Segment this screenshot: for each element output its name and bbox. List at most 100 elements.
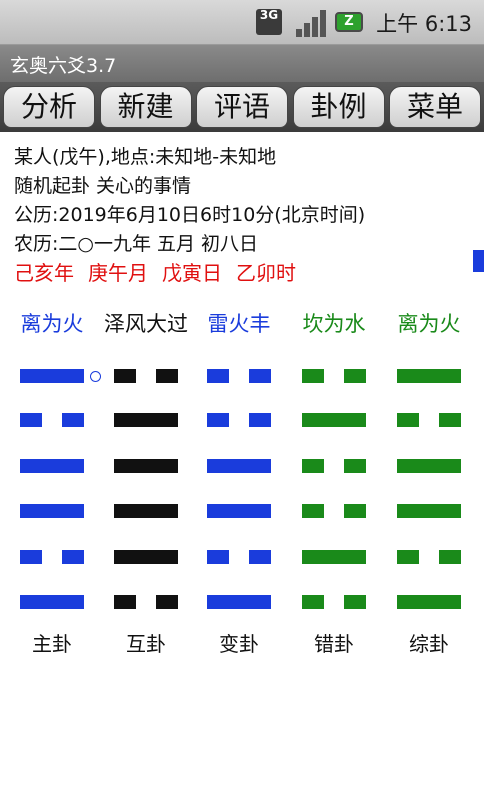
hexagram-line-yang xyxy=(302,413,366,427)
yin-bar-segment xyxy=(344,369,366,383)
moving-line-icon xyxy=(90,371,101,382)
hexagram-name-mutual: 泽风大过 xyxy=(104,312,188,336)
yin-bar-segment xyxy=(207,413,229,427)
hexagram-name-main: 离为火 xyxy=(20,312,84,336)
ganzhi-day: 戊寅日 xyxy=(162,261,222,285)
yang-bar xyxy=(302,550,366,564)
hexagram-name-changed: 雷火丰 xyxy=(207,312,271,336)
hexagram-line-yin xyxy=(397,413,461,427)
yin-bar-segment xyxy=(302,459,324,473)
tab-new[interactable]: 新建 xyxy=(99,86,192,128)
hexagram-line-yin xyxy=(302,459,366,473)
hexagram-line-yang xyxy=(207,595,271,609)
tab-analysis[interactable]: 分析 xyxy=(3,86,95,128)
hexagram-line-yin xyxy=(114,595,178,609)
yin-bar-segment xyxy=(249,550,271,564)
hexagram-line-yin xyxy=(207,369,271,383)
yin-bar-segment xyxy=(344,595,366,609)
hexagram-line-yang xyxy=(397,459,461,473)
yin-bar-segment xyxy=(344,504,366,518)
hexagram-line-yang xyxy=(114,550,178,564)
yang-bar xyxy=(207,504,271,518)
yin-bar-segment xyxy=(302,504,324,518)
yin-bar-segment xyxy=(20,413,42,427)
yang-bar xyxy=(20,459,84,473)
hexagram-line-yang xyxy=(20,369,101,383)
hexagram-line-yang xyxy=(302,550,366,564)
yin-bar-segment xyxy=(20,550,42,564)
status-time: 上午 6:13 xyxy=(376,12,472,36)
hexagram-label-reversed: 综卦 xyxy=(409,632,449,656)
reading-info: 某人(戊午),地点:未知地-未知地 随机起卦 关心的事情 公历:2019年6月1… xyxy=(14,143,365,289)
hexagram-line-yin xyxy=(207,413,271,427)
yang-bar xyxy=(20,595,84,609)
tab-comments[interactable]: 评语 xyxy=(196,86,288,128)
yang-bar xyxy=(114,413,178,427)
yin-bar-segment xyxy=(344,459,366,473)
hexagram-line-yin xyxy=(114,369,178,383)
lunar-date: 农历:二○一九年 五月 初八日 xyxy=(14,233,259,255)
yang-bar xyxy=(114,550,178,564)
hexagram-line-yang xyxy=(207,459,271,473)
method-line: 随机起卦 关心的事情 xyxy=(14,175,192,197)
hexagram-line-yang xyxy=(397,595,461,609)
yin-bar-segment xyxy=(156,595,178,609)
yang-bar xyxy=(207,595,271,609)
hexagram-line-yang xyxy=(20,459,84,473)
yang-bar xyxy=(20,504,84,518)
ganzhi-year: 己亥年 xyxy=(14,261,74,285)
yin-bar-segment xyxy=(62,550,84,564)
yang-bar xyxy=(114,504,178,518)
querent-line: 某人(戊午),地点:未知地-未知地 xyxy=(14,146,277,168)
yin-bar-segment xyxy=(397,413,419,427)
hexagram-line-yang xyxy=(20,595,84,609)
yin-bar-segment xyxy=(156,369,178,383)
gregorian-date: 公历:2019年6月10日6时10分(北京时间) xyxy=(14,204,366,226)
tab-menu[interactable]: 菜单 xyxy=(389,86,481,128)
network-3g-icon: 3G xyxy=(256,9,282,35)
battery-icon: Z xyxy=(335,12,363,32)
hexagram-line-yang xyxy=(114,413,178,427)
yang-bar xyxy=(397,504,461,518)
hexagram-label-mutual: 互卦 xyxy=(126,632,166,656)
hexagram-line-yang xyxy=(114,459,178,473)
yin-bar-segment xyxy=(302,595,324,609)
scroll-indicator xyxy=(473,250,484,272)
hexagram-line-yang xyxy=(397,369,461,383)
yin-bar-segment xyxy=(439,413,461,427)
hexagram-name-reversed: 离为火 xyxy=(397,312,461,336)
hexagram-line-yang xyxy=(207,504,271,518)
hexagram-line-yin xyxy=(20,413,84,427)
hexagram-line-yin xyxy=(302,595,366,609)
hexagram-name-opposite: 坎为水 xyxy=(302,312,366,336)
hexagram-label-main: 主卦 xyxy=(32,632,72,656)
yin-bar-segment xyxy=(207,369,229,383)
tab-bar: 分析 新建 评语 卦例 菜单 xyxy=(0,82,484,132)
yang-bar xyxy=(397,369,461,383)
hexagram-line-yang xyxy=(114,504,178,518)
ganzhi-month: 庚午月 xyxy=(88,261,148,285)
ganzhi-row: 己亥年 庚午月 戊寅日 乙卯时 xyxy=(14,259,365,289)
hexagram-line-yin xyxy=(207,550,271,564)
hexagram-line-yin xyxy=(302,369,366,383)
hexagram-label-changed: 变卦 xyxy=(219,632,259,656)
app-title: 玄奥六爻3.7 xyxy=(10,55,117,77)
yang-bar xyxy=(397,595,461,609)
hexagram-line-yin xyxy=(302,504,366,518)
yin-bar-segment xyxy=(114,595,136,609)
hexagram-line-yin xyxy=(397,550,461,564)
yang-bar xyxy=(20,369,84,383)
yin-bar-segment xyxy=(397,550,419,564)
yang-bar xyxy=(397,459,461,473)
yang-bar xyxy=(302,413,366,427)
hexagram-label-opposite: 错卦 xyxy=(314,632,354,656)
yin-bar-segment xyxy=(62,413,84,427)
tab-examples[interactable]: 卦例 xyxy=(292,86,385,128)
ganzhi-hour: 乙卯时 xyxy=(236,261,296,285)
yang-bar xyxy=(207,459,271,473)
signal-strength-icon xyxy=(296,9,328,37)
app-title-bar: 玄奥六爻3.7 xyxy=(0,45,484,82)
yin-bar-segment xyxy=(439,550,461,564)
hexagram-line-yin xyxy=(20,550,84,564)
yin-bar-segment xyxy=(249,369,271,383)
